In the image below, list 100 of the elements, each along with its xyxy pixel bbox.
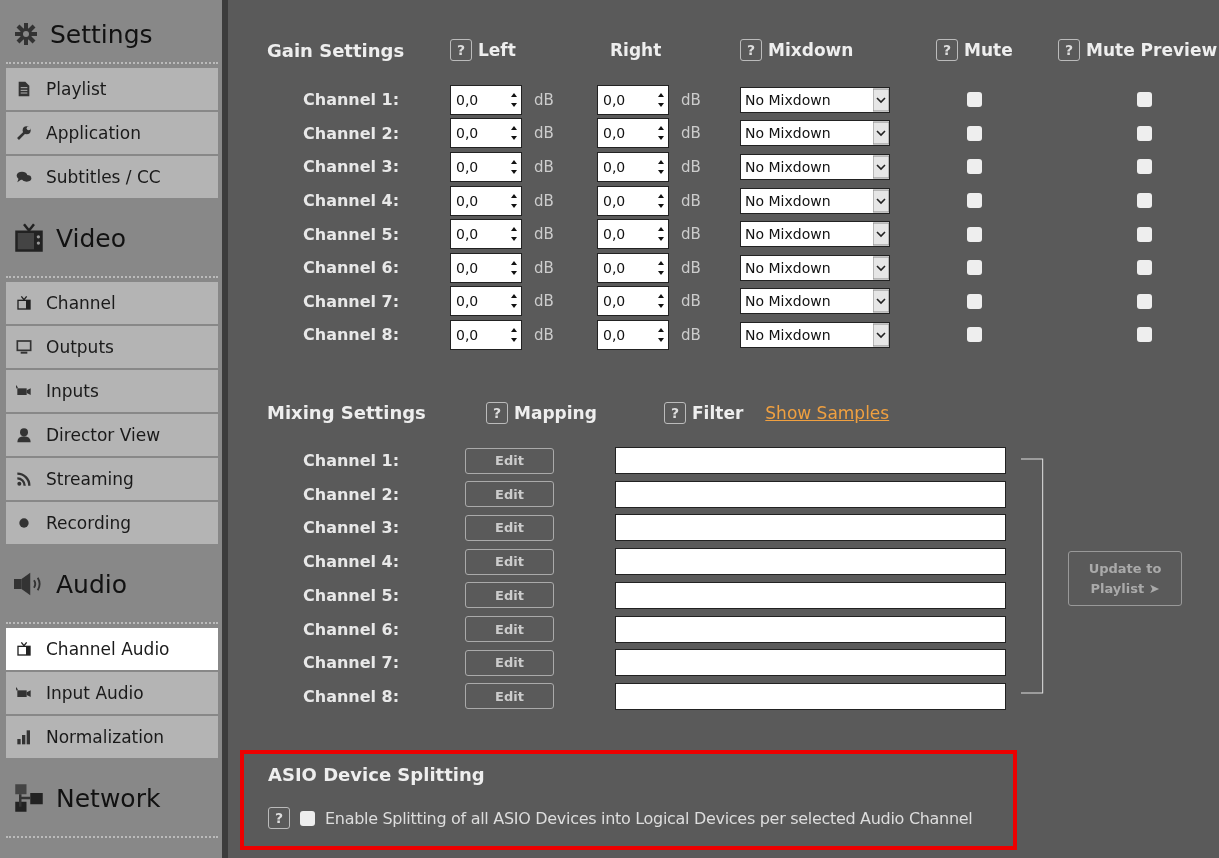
mixdown-dropdown[interactable]: No Mixdown (740, 221, 890, 248)
mute-preview-checkbox[interactable] (1137, 226, 1152, 242)
sidebar-item[interactable]: Director View (6, 414, 218, 456)
sidebar-item[interactable]: Subtitles / CC (6, 156, 218, 198)
edit-button[interactable]: Edit (465, 683, 554, 710)
help-button[interactable]: ? (268, 807, 290, 830)
sidebar-item[interactable]: Channel Audio (6, 628, 218, 670)
section-title: Video (56, 223, 127, 253)
mute-preview-checkbox[interactable] (1137, 327, 1152, 343)
help-button[interactable]: ? (1058, 39, 1080, 61)
wrench-icon (16, 125, 32, 141)
gain-spinbox[interactable]: 0,0 (450, 252, 522, 283)
mute-checkbox[interactable] (967, 327, 982, 343)
sidebar-item[interactable]: Channel (6, 282, 218, 324)
channel-label: Channel 1: (302, 90, 401, 110)
channel-label: Channel 7: (302, 291, 401, 311)
dot-icon (16, 515, 32, 531)
gain-spinbox[interactable]: 0,0 (450, 185, 522, 216)
help-button[interactable]: ? (486, 401, 508, 424)
unit-label: dB (681, 124, 701, 143)
mute-checkbox[interactable] (967, 226, 982, 242)
help-button[interactable]: ? (936, 39, 958, 61)
gain-spinbox[interactable]: 0,0 (450, 152, 522, 182)
channel-label: Channel 6: (302, 619, 401, 639)
mute-preview-checkbox[interactable] (1137, 293, 1152, 309)
mixdown-dropdown[interactable]: No Mixdown (740, 187, 890, 214)
sidebar-item[interactable]: Input Audio (6, 672, 218, 714)
gain-spinbox[interactable]: 0,0 (450, 118, 522, 149)
column-heading: Mute (964, 40, 1013, 60)
mute-preview-checkbox[interactable] (1137, 159, 1152, 175)
mute-preview-checkbox[interactable] (1137, 260, 1152, 276)
unit-label: dB (681, 325, 701, 344)
mixdown-dropdown[interactable]: No Mixdown (740, 86, 890, 113)
mixdown-dropdown[interactable]: No Mixdown (740, 321, 890, 348)
edit-button[interactable]: Edit (465, 649, 554, 676)
unit-label: dB (534, 158, 554, 176)
gain-spinbox[interactable]: 0,0 (597, 118, 669, 149)
mixdown-dropdown[interactable]: No Mixdown (740, 254, 890, 281)
help-button[interactable]: ? (450, 39, 472, 61)
sidebar-item[interactable]: Normalization (6, 716, 218, 758)
edit-button[interactable]: Edit (465, 481, 554, 508)
mixdown-dropdown[interactable]: No Mixdown (740, 120, 890, 147)
gain-spinbox[interactable]: 0,0 (450, 219, 522, 250)
mute-checkbox[interactable] (967, 260, 982, 276)
channel-label: Channel 8: (302, 325, 401, 345)
caret-icon (873, 87, 889, 112)
mixdown-dropdown[interactable]: No Mixdown (740, 154, 890, 180)
mute-preview-checkbox[interactable] (1137, 125, 1152, 141)
unit-label: dB (534, 325, 554, 344)
edit-button[interactable]: Edit (465, 616, 554, 643)
filter-field[interactable] (615, 581, 1006, 609)
mute-preview-checkbox[interactable] (1137, 193, 1152, 209)
item-label: Director View (46, 425, 161, 445)
mixdown-dropdown[interactable]: No Mixdown (740, 288, 890, 315)
edit-button[interactable]: Edit (465, 447, 554, 474)
gain-spinbox[interactable]: 0,0 (597, 319, 669, 350)
gain-spinbox[interactable]: 0,0 (597, 84, 669, 115)
gain-spinbox[interactable]: 0,0 (450, 319, 522, 350)
filter-field[interactable] (615, 514, 1006, 542)
mute-checkbox[interactable] (967, 193, 982, 209)
edit-button[interactable]: Edit (465, 514, 554, 541)
person-icon (16, 427, 32, 443)
filter-field[interactable] (615, 447, 1006, 475)
sidebar-item[interactable]: Application (6, 112, 218, 154)
gain-spinbox[interactable]: 0,0 (597, 152, 669, 182)
sidebar-item[interactable]: Inputs (6, 370, 218, 412)
bar-chart-icon (16, 729, 32, 745)
sidebar-item[interactable]: Outputs (6, 326, 218, 368)
help-button[interactable]: ? (740, 39, 762, 61)
filter-field[interactable] (615, 649, 1006, 677)
filter-field[interactable] (615, 480, 1006, 508)
mute-checkbox[interactable] (967, 159, 982, 175)
filter-field[interactable] (615, 682, 1006, 710)
item-label: Application (46, 123, 141, 143)
edit-button[interactable]: Edit (465, 548, 554, 575)
mute-checkbox[interactable] (967, 92, 982, 108)
filter-field[interactable] (615, 548, 1006, 576)
gain-spinbox[interactable]: 0,0 (597, 219, 669, 250)
section-heading: Gain Settings (267, 39, 406, 61)
section-heading: ASIO Device Splitting (268, 764, 486, 786)
gain-spinbox[interactable]: 0,0 (450, 286, 522, 317)
edit-button[interactable]: Edit (465, 582, 554, 609)
mute-preview-checkbox[interactable] (1137, 92, 1152, 108)
help-button[interactable]: ? (664, 401, 686, 424)
section-title: Settings (50, 19, 153, 49)
sidebar-item[interactable]: Streaming (6, 458, 218, 500)
mute-checkbox[interactable] (967, 125, 982, 141)
tv-icon (14, 223, 44, 253)
filter-field[interactable] (615, 615, 1006, 643)
gain-spinbox[interactable]: 0,0 (597, 286, 669, 317)
item-label: Outputs (46, 337, 114, 357)
sidebar-item[interactable]: Recording (6, 502, 218, 544)
rss-icon (16, 471, 32, 487)
gain-spinbox[interactable]: 0,0 (597, 185, 669, 216)
mute-checkbox[interactable] (967, 293, 982, 309)
gain-spinbox[interactable]: 0,0 (450, 84, 522, 115)
checkbox[interactable] (300, 810, 315, 826)
sidebar-item[interactable]: Playlist (6, 68, 218, 110)
gain-spinbox[interactable]: 0,0 (597, 252, 669, 283)
item-label: Recording (46, 513, 132, 533)
